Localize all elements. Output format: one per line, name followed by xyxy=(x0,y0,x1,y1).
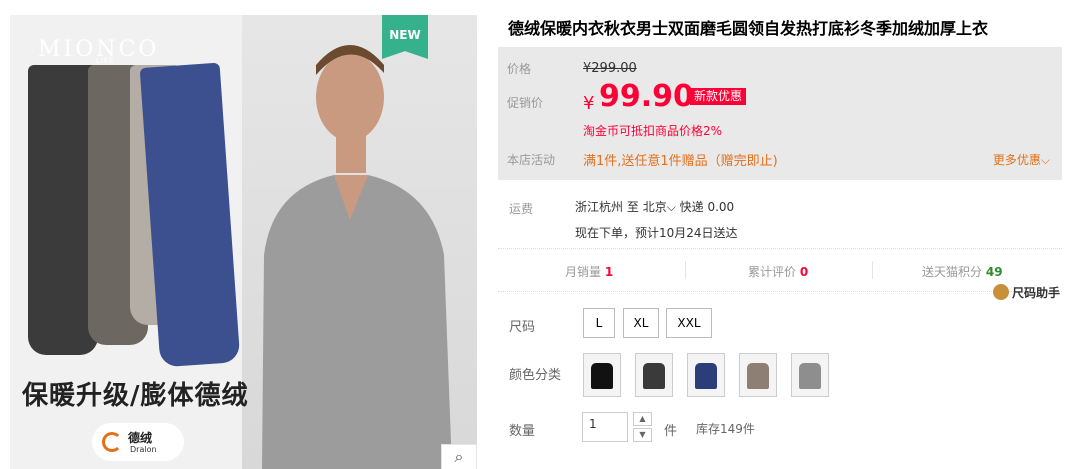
chevron-down-icon: ⌵ xyxy=(666,200,676,214)
shipping-line: 浙江杭州 至 北京⌵ 快递 0.00 xyxy=(575,198,734,215)
color-swatch-gray[interactable] xyxy=(791,353,829,397)
sale-price-label: 促销价 xyxy=(507,96,544,110)
review-label: 累计评价 xyxy=(748,265,797,279)
dralon-latin: Dralon xyxy=(130,445,157,454)
divider xyxy=(872,261,873,279)
sale-currency: ¥ xyxy=(583,93,595,114)
promo-tag: 新款优惠 xyxy=(690,88,747,105)
tshirt-icon xyxy=(695,363,717,389)
points-value: 49 xyxy=(985,265,1003,279)
shipping-label: 运费 xyxy=(509,202,534,216)
magnifier-icon[interactable]: ⌕ xyxy=(441,444,477,469)
monthly-sales-label: 月销量 xyxy=(565,265,602,279)
color-swatch-khaki[interactable] xyxy=(739,353,777,397)
activity-text: 满1件,送任意1件赠品（赠完即止) xyxy=(583,154,778,169)
size-label: 尺码 xyxy=(509,320,536,335)
ship-method: 快递 0.00 xyxy=(679,200,735,214)
dralon-mark-icon xyxy=(102,432,122,452)
color-swatch-navy[interactable] xyxy=(687,353,725,397)
activity-label: 本店活动 xyxy=(507,153,556,167)
destination-label: 北京 xyxy=(642,200,667,214)
dralon-logo: 德绒 Dralon xyxy=(92,423,184,461)
brand-sub: LIFE xyxy=(96,57,115,65)
price-label: 价格 xyxy=(507,62,532,76)
sale-price: 99.90 xyxy=(599,79,694,114)
ruler-icon xyxy=(992,284,1009,300)
stats-bar: 月销量 1 累计评价 0 送天猫积分 49 xyxy=(498,248,1062,292)
more-offers-link[interactable]: 更多优惠⌵ xyxy=(993,151,1050,168)
monthly-sales-value: 1 xyxy=(604,265,614,279)
size-option-l[interactable]: L xyxy=(583,308,615,338)
tshirt-icon xyxy=(591,363,613,389)
product-title: 德绒保暖内衣秋衣男士双面磨毛圆领自发热打底衫冬季加绒加厚上衣 xyxy=(508,19,989,38)
divider xyxy=(685,261,686,279)
original-price: ¥299.00 xyxy=(583,61,637,76)
price-panel: 价格 ¥299.00 促销价 ¥ 99.90 新款优惠 淘金币可抵扣商品价格2%… xyxy=(498,47,1062,180)
quantity-unit: 件 xyxy=(664,424,678,439)
points-label: 送天猫积分 xyxy=(922,265,983,279)
quantity-input[interactable]: 1 xyxy=(582,412,628,442)
model-figure xyxy=(262,45,452,469)
color-swatch-dark-gray[interactable] xyxy=(635,353,673,397)
image-caption: 保暖升级/膨体德绒 xyxy=(22,381,249,411)
more-offers-label: 更多优惠 xyxy=(992,153,1041,167)
size-helper-button[interactable]: 尺码助手 xyxy=(992,284,1060,301)
review-value: 0 xyxy=(799,265,809,279)
qty-increase-button[interactable]: ▲ xyxy=(633,412,652,426)
tshirt-icon xyxy=(799,363,821,389)
color-label: 颜色分类 xyxy=(509,368,562,383)
size-option-xl[interactable]: XL xyxy=(623,308,659,338)
coin-note: 淘金币可抵扣商品价格2% xyxy=(583,124,723,138)
tmall-points: 送天猫积分 49 xyxy=(922,263,1003,280)
tshirt-icon xyxy=(643,363,665,389)
ship-from: 浙江杭州 xyxy=(575,200,624,214)
chevron-down-icon: ⌵ xyxy=(1040,153,1050,167)
dralon-name: 德绒 xyxy=(128,431,153,445)
qty-decrease-button[interactable]: ▼ xyxy=(633,428,652,442)
quantity-label: 数量 xyxy=(509,424,536,439)
ship-to-word: 至 xyxy=(626,200,639,214)
review-count[interactable]: 累计评价 0 xyxy=(748,263,808,280)
delivery-eta: 现在下单，预计10月24日送达 xyxy=(575,226,738,240)
stock-count: 库存149件 xyxy=(696,422,755,436)
destination-select[interactable]: 北京⌵ xyxy=(643,200,676,214)
size-option-xxl[interactable]: XXL xyxy=(666,308,712,338)
product-image[interactable]: MIONCO LIFE NEW 保暖升级/膨体德绒 德绒 Dralon ⌕ xyxy=(10,15,477,469)
tshirt-icon xyxy=(747,363,769,389)
size-helper-label: 尺码助手 xyxy=(1011,286,1060,300)
color-swatch-black[interactable] xyxy=(583,353,621,397)
monthly-sales: 月销量 1 xyxy=(565,263,613,280)
